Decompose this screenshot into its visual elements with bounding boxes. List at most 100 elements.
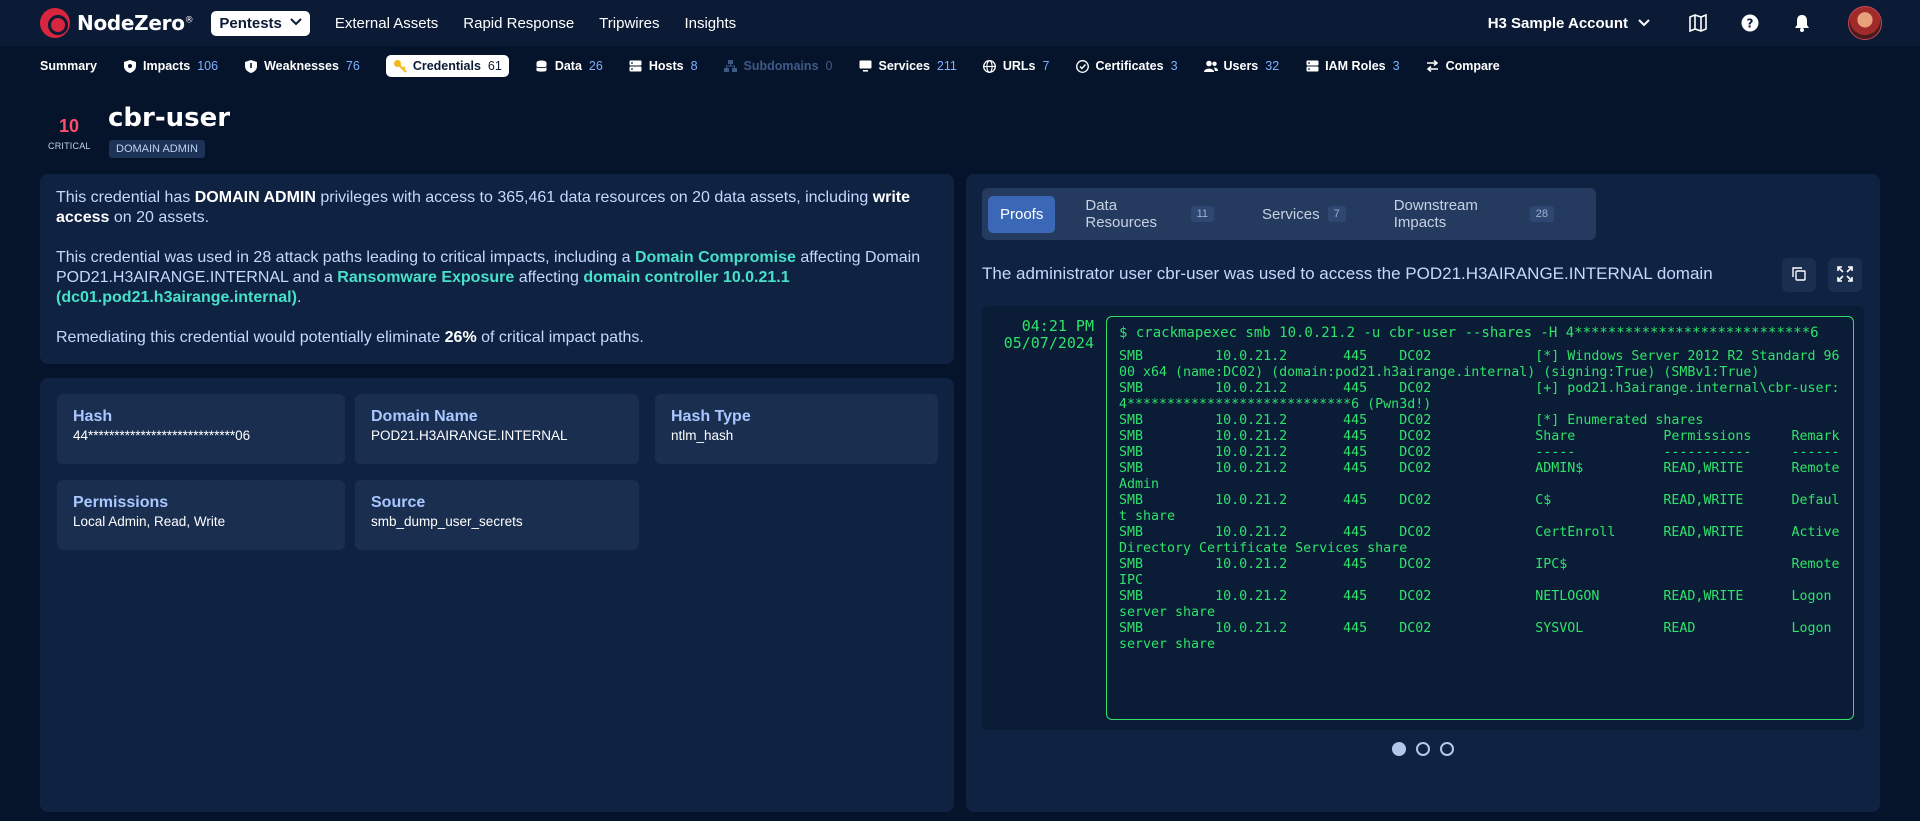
terminal-output[interactable]: $ crackmapexec smb 10.0.21.2 -u cbr-user… <box>1106 316 1854 720</box>
key-icon <box>393 59 407 73</box>
subnav-credentials[interactable]: Credentials 61 <box>385 55 509 77</box>
tab-proofs[interactable]: Proofs <box>988 195 1056 233</box>
field-hash: Hash 44****************************06 <box>57 394 345 464</box>
help-icon[interactable]: ? <box>1740 13 1760 33</box>
field-value: ntlm_hash <box>671 428 734 443</box>
account-name: H3 Sample Account <box>1487 14 1628 32</box>
bold-text: 26% <box>444 329 477 346</box>
subnav-data[interactable]: Data 26 <box>535 55 603 77</box>
tab-count: 28 <box>1529 206 1554 222</box>
expand-button[interactable] <box>1828 258 1862 292</box>
tab-downstream-impacts[interactable]: Downstream Impacts 28 <box>1382 187 1566 241</box>
summary-text: affecting <box>514 269 584 286</box>
proof-title: The administrator user cbr-user was used… <box>982 264 1713 283</box>
field-permissions: Permissions Local Admin, Read, Write <box>57 480 345 550</box>
main-menu: Pentests External Assets Rapid Response … <box>211 10 761 36</box>
terminal-line: SMB 10.0.21.2 445 DC02 IPC$ Remote IPC <box>1119 557 1848 588</box>
subnav-weaknesses[interactable]: Weaknesses 76 <box>244 55 360 77</box>
tab-label: Data Resources <box>1085 197 1158 231</box>
certificate-icon <box>1075 59 1089 73</box>
terminal-command: $ crackmapexec smb 10.0.21.2 -u cbr-user… <box>1119 325 1819 341</box>
subnav-label: Hosts <box>648 59 684 73</box>
nav-item-external-assets[interactable]: External Assets <box>335 11 438 36</box>
terminal-line: SMB 10.0.21.2 445 DC02 [*] Enumerated sh… <box>1119 413 1704 428</box>
subnav-summary[interactable]: Summary <box>40 55 97 77</box>
proof-terminal: 04:21 PM 05/07/2024 $ crackmapexec smb 1… <box>982 306 1864 730</box>
server-icon <box>1305 59 1319 73</box>
field-domain-name: Domain Name POD21.H3AIRANGE.INTERNAL <box>355 394 639 464</box>
nav-item-tripwires[interactable]: Tripwires <box>599 11 659 36</box>
subnav-count: 61 <box>487 59 502 73</box>
subnav-iam-roles[interactable]: IAM Roles 3 <box>1305 55 1400 77</box>
monitor-icon <box>858 59 872 73</box>
terminal-line: SMB 10.0.21.2 445 DC02 Share Permissions… <box>1119 429 1840 444</box>
tab-count: 11 <box>1190 206 1215 222</box>
brand-name: NodeZero® <box>77 11 194 35</box>
users-icon <box>1203 59 1218 73</box>
field-label: Domain Name <box>371 408 478 425</box>
subnav-impacts[interactable]: Impacts 106 <box>123 55 218 77</box>
page-title: cbr-user <box>108 103 231 133</box>
highlight-text: Domain Compromise <box>634 249 796 266</box>
map-icon[interactable] <box>1688 13 1708 33</box>
tab-data-resources[interactable]: Data Resources 11 <box>1073 187 1226 241</box>
detail-tabs: Proofs Data Resources 11 Services 7 Downst… <box>982 188 1596 240</box>
bell-icon[interactable] <box>1792 13 1812 33</box>
server-icon <box>629 59 643 73</box>
proof-date: 05/07/2024 <box>1003 334 1094 352</box>
field-value: smb_dump_user_secrets <box>371 514 523 529</box>
subnav-label: Summary <box>40 59 97 73</box>
nav-item-pentests[interactable]: Pentests <box>211 10 310 36</box>
terminal-line: SMB 10.0.21.2 445 DC02 ----- -----------… <box>1119 445 1840 460</box>
terminal-line: SMB 10.0.21.2 445 DC02 C$ READ,WRITE Def… <box>1119 493 1840 524</box>
page-dot[interactable] <box>1416 742 1430 756</box>
subnav-hosts[interactable]: Hosts 8 <box>629 55 698 77</box>
subnav-certificates[interactable]: Certificates 3 <box>1075 55 1178 77</box>
result-tabs: Summary Impacts 106 Weaknesses 76 Credenti… <box>0 46 1920 86</box>
terminal-line: SMB 10.0.21.2 445 DC02 SYSVOL READ Logon… <box>1119 621 1840 652</box>
expand-icon <box>1837 265 1853 285</box>
subnav-urls[interactable]: URLs 7 <box>983 55 1050 77</box>
terminal-line: SMB 10.0.21.2 445 DC02 [*] Windows Serve… <box>1119 349 1840 380</box>
shield-icon <box>123 59 137 73</box>
tab-label: Services <box>1262 205 1320 223</box>
subnav-count: 7 <box>1042 59 1050 73</box>
subnav-services[interactable]: Services 211 <box>858 55 957 77</box>
proofs-panel: Proofs Data Resources 11 Services 7 Downst… <box>966 174 1880 812</box>
network-icon <box>724 59 738 73</box>
subnav-label: Services <box>878 59 930 73</box>
page-dot[interactable] <box>1440 742 1454 756</box>
subnav-compare[interactable]: Compare <box>1426 55 1500 77</box>
field-label: Source <box>371 494 426 511</box>
subnav-subdomains[interactable]: Subdomains 0 <box>724 55 833 77</box>
subnav-users[interactable]: Users 32 <box>1203 55 1280 77</box>
severity-number: 10 <box>58 116 80 136</box>
tab-services[interactable]: Services 7 <box>1250 196 1358 233</box>
severity-label: CRITICAL <box>48 141 91 151</box>
terminal-lines: SMB 10.0.21.2 445 DC02 [*] Windows Serve… <box>1119 349 1841 653</box>
subnav-count: 32 <box>1265 59 1280 73</box>
credential-summary: This credential has DOMAIN ADMIN privile… <box>40 174 954 364</box>
tab-count: 7 <box>1327 206 1346 222</box>
page-dot[interactable] <box>1392 742 1406 756</box>
subnav-count: 76 <box>345 59 360 73</box>
proof-pagination <box>966 742 1880 756</box>
terminal-line: SMB 10.0.21.2 445 DC02 NETLOGON READ,WRI… <box>1119 589 1840 620</box>
subnav-label: Compare <box>1445 59 1500 73</box>
terminal-line: SMB 10.0.21.2 445 DC02 ADMIN$ READ,WRITE… <box>1119 461 1848 492</box>
account-switcher[interactable]: H3 Sample Account <box>1488 15 1650 32</box>
nav-item-insights[interactable]: Insights <box>684 11 736 36</box>
nav-item-rapid-response[interactable]: Rapid Response <box>463 11 574 36</box>
role-badge: DOMAIN ADMIN <box>109 140 205 158</box>
highlight-text: Ransomware Exposure <box>337 269 515 286</box>
subnav-count: 0 <box>825 59 833 73</box>
summary-text: of critical impact paths. <box>476 329 644 346</box>
copy-button[interactable] <box>1782 258 1816 292</box>
subnav-count: 26 <box>588 59 603 73</box>
severity-score: 10 CRITICAL <box>48 116 90 151</box>
field-value: POD21.H3AIRANGE.INTERNAL <box>371 428 568 443</box>
brand-logo[interactable]: NodeZero® <box>40 8 194 38</box>
globe-icon <box>983 59 997 73</box>
summary-privileges: This credential has DOMAIN ADMIN privile… <box>56 188 938 228</box>
user-avatar[interactable] <box>1848 6 1882 40</box>
